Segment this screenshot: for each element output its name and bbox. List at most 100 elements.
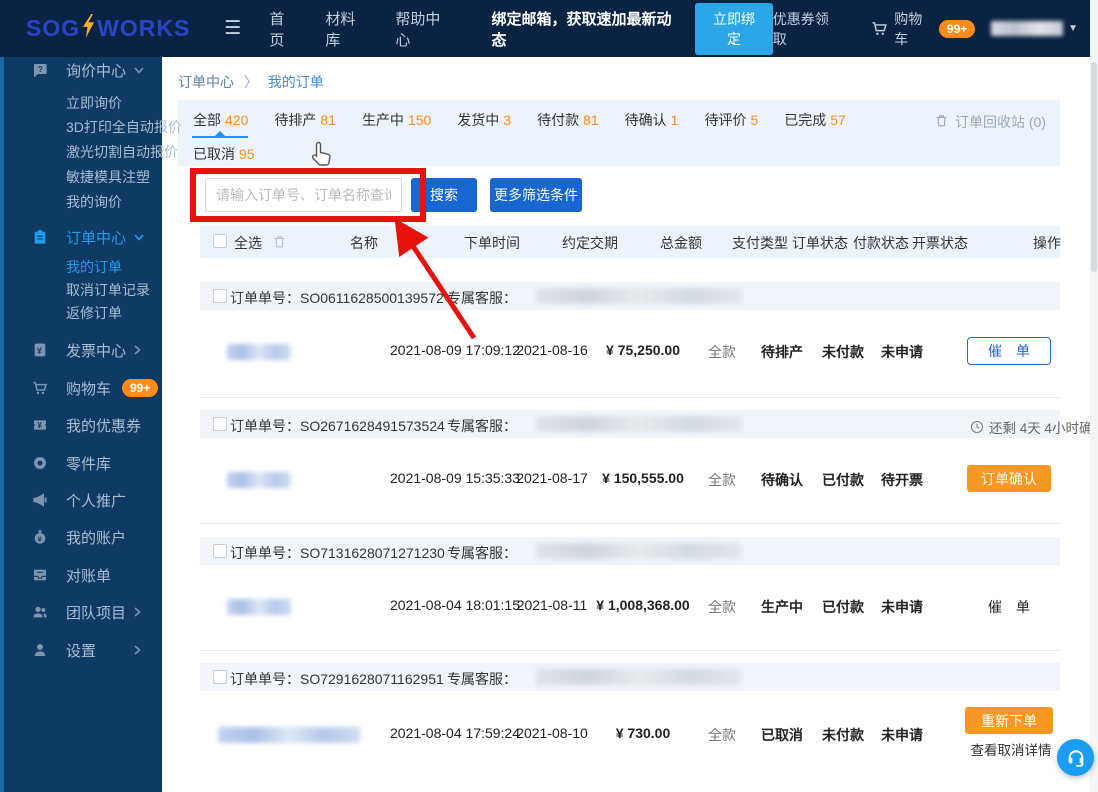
order-name-redacted[interactable] [227,472,291,488]
sidebar-item-inquire-now[interactable]: 立即询价 [4,93,166,113]
tab-pending-confirm[interactable]: 待确认 1 [625,110,679,130]
sidebar-item-parts-library[interactable]: 零件库 [4,453,166,473]
coupon-claim-link[interactable]: 优惠券领取 [773,9,837,49]
sidebar-item-personal-promotion[interactable]: 个人推广 [4,490,166,510]
username-redacted[interactable] [991,21,1064,36]
logo[interactable]: SOG WORKS [26,13,191,44]
order-name-redacted[interactable] [227,344,291,360]
service-agent-redacted [536,288,741,304]
sidebar-group-order-center[interactable]: 订单中心 [4,227,166,247]
urge-order-button[interactable]: 催 单 [967,337,1051,365]
order-number: 订单单号：SO7131628071271230 [230,545,445,561]
order-recycle-bin[interactable]: 订单回收站 (0) [934,112,1046,132]
logo-text-works: WORKS [97,15,191,41]
lightning-bolt-icon [81,13,96,44]
svg-text:?: ? [38,65,43,74]
pay-type: 全款 [708,344,736,360]
select-all-checkbox[interactable] [213,234,227,248]
order-number: 订单单号：SO7291628071162951 [230,671,444,687]
row-checkbox[interactable] [213,544,227,558]
breadcrumb-my-orders[interactable]: 我的订单 [268,74,324,90]
confirm-order-button[interactable]: 订单确认 [967,465,1051,492]
customer-service-button[interactable] [1057,739,1094,776]
sidebar-item-laser-cut-quote[interactable]: 激光切割自动报价 [4,142,178,162]
cart-link[interactable]: 购物车 [894,9,933,49]
chat-question-icon: ? [32,62,48,78]
tab-cancelled[interactable]: 已取消 95 [193,144,255,164]
tab-pending-review[interactable]: 待评价 5 [704,110,758,130]
cart-icon[interactable] [871,20,888,37]
cart-badge: 99+ [122,379,159,397]
tab-in-production[interactable]: 生产中 150 [362,110,431,130]
trash-icon[interactable] [272,234,287,252]
order-name-redacted[interactable] [227,599,291,615]
service-label: 专属客服： [447,545,517,561]
invoice-status: 未申请 [881,344,923,360]
col-order-status: 订单状态 [792,235,848,251]
order-search-input[interactable] [205,178,402,212]
sidebar-item-agile-mold[interactable]: 敏捷模具注塑 [4,167,166,187]
sidebar-group-team-projects[interactable]: 团队项目 [4,602,166,622]
nav-item-materials[interactable]: 材料库 [325,8,367,50]
row-divider [200,397,1060,398]
sidebar-item-cart[interactable]: 购物车 99+ [4,378,166,398]
col-select-all[interactable]: 全选 [234,233,262,253]
page: SOG WORKS ☰ 首页 材料库 帮助中心 绑定邮箱，获取速加最新动态 立即… [0,0,1098,792]
hamburger-menu-icon[interactable]: ☰ [224,17,241,40]
more-filters-button[interactable]: 更多筛选条件 [490,178,582,212]
col-pay-type: 支付类型 [732,235,788,251]
total-amount: ¥ 730.00 [615,725,671,741]
chevron-down-icon [134,233,144,241]
invoice-icon: ¥ [32,342,48,358]
sidebar-item-repair-orders[interactable]: 返修订单 [4,303,166,323]
row-checkbox[interactable] [213,670,227,684]
clock-icon [970,420,984,434]
tab-pending-payment[interactable]: 待付款 81 [537,110,599,130]
sidebar-item-my-account[interactable]: ¥ 我的账户 [4,527,166,547]
total-amount: ¥ 150,555.00 [602,470,684,486]
tab-shipping[interactable]: 发货中 3 [457,110,511,130]
sidebar-group-invoice-center[interactable]: ¥ 发票中心 [4,340,166,360]
order-status: 已取消 [761,727,803,743]
nav-item-home[interactable]: 首页 [269,8,297,50]
sidebar-group-inquiry-center[interactable]: ? 询价中心 [4,60,166,80]
clipboard-icon [32,229,48,245]
invoice-status: 待开票 [881,472,923,488]
money-bag-icon: ¥ [32,529,48,545]
scrollbar[interactable] [1090,0,1098,792]
row-checkbox[interactable] [213,417,227,431]
urge-order-text[interactable]: 催 单 [967,597,1051,617]
order-name-redacted[interactable] [218,727,360,743]
sidebar-item-cancelled-orders[interactable]: 取消订单记录 [4,280,166,300]
service-agent-redacted [536,543,741,559]
breadcrumb-order-center[interactable]: 订单中心 [178,74,234,90]
order-status: 生产中 [761,599,803,615]
top-navbar: SOG WORKS ☰ 首页 材料库 帮助中心 绑定邮箱，获取速加最新动态 立即… [0,0,1098,57]
bind-now-button[interactable]: 立即绑定 [695,2,773,55]
tab-completed[interactable]: 已完成 57 [784,110,846,130]
user-dropdown-caret-icon[interactable]: ▼ [1068,23,1078,34]
sidebar-item-my-inquiries[interactable]: 我的询价 [4,192,166,212]
tab-pending-schedule[interactable]: 待排产 81 [274,110,336,130]
sidebar-group-settings[interactable]: 设置 [4,640,166,660]
view-cancel-details-link[interactable]: 查看取消详情 [961,739,1061,759]
reorder-button[interactable]: 重新下单 [965,707,1053,734]
svg-text:¥: ¥ [37,345,42,355]
order-time: 2021-08-04 18:01:15 [390,597,520,613]
row-checkbox[interactable] [213,289,227,303]
gear-icon [32,455,48,471]
search-button[interactable]: 搜索 [411,178,477,212]
breadcrumb: 订单中心 〉 我的订单 [178,72,324,92]
scrollbar-thumb[interactable] [1091,62,1097,272]
sidebar-item-statement[interactable]: 对账单 [4,565,166,585]
nav-menu: 首页 材料库 帮助中心 [269,8,451,50]
sidebar-item-my-orders[interactable]: 我的订单 [4,257,166,277]
confirm-countdown: 还剩 4天 4小时确认订 [970,417,1098,437]
nav-item-help-center[interactable]: 帮助中心 [395,8,451,50]
pay-type: 全款 [708,599,736,615]
tab-all[interactable]: 全部 420 [193,110,248,130]
sidebar-item-3d-print-quote[interactable]: 3D打印全自动报价 [4,117,182,137]
sidebar-item-my-coupons[interactable]: ¥ 我的优惠券 [4,415,166,435]
service-label: 专属客服： [447,290,517,306]
col-invoice-status: 开票状态 [912,235,968,251]
